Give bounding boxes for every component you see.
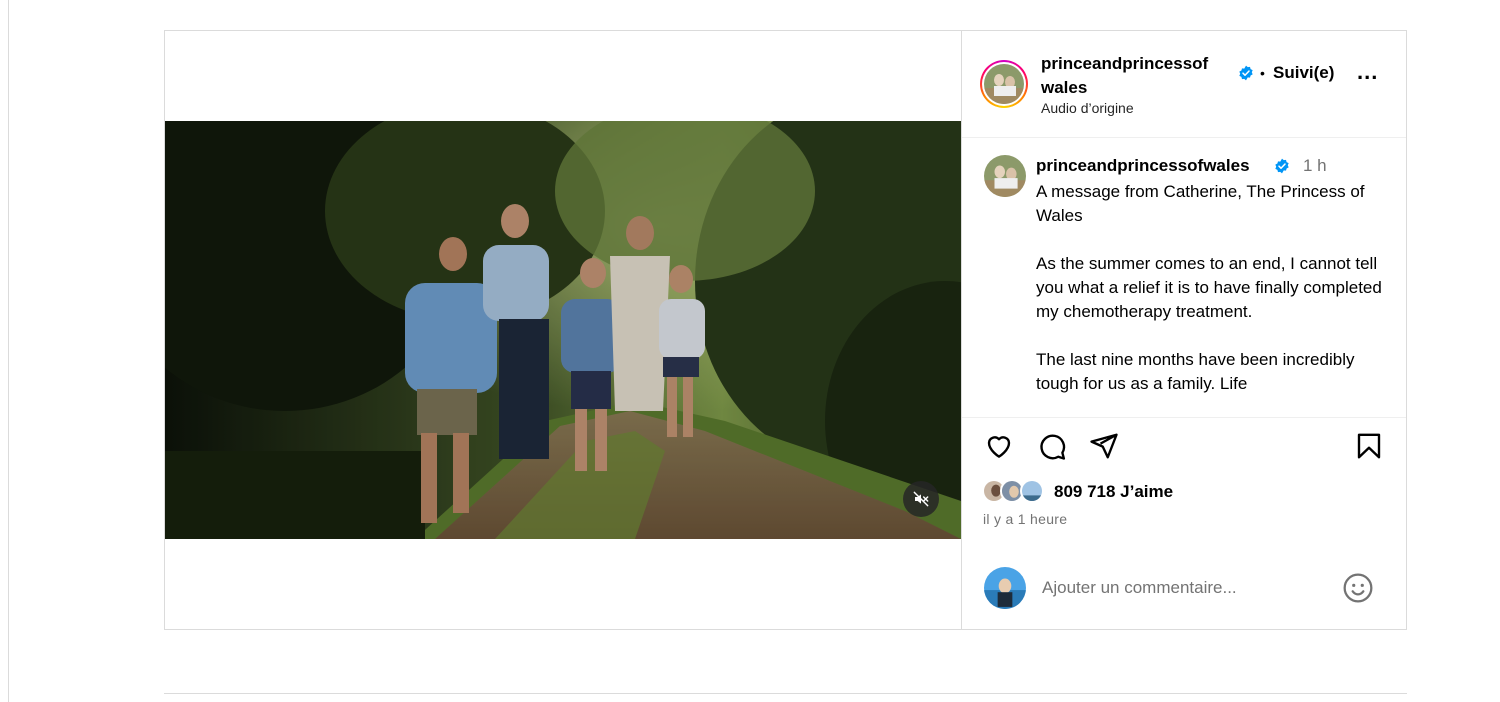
current-user-avatar: [984, 567, 1026, 609]
post-video[interactable]: [165, 121, 961, 539]
comment-icon[interactable]: [1036, 431, 1068, 461]
caption-text: A message from Catherine, The Princess o…: [1036, 180, 1396, 417]
header-username[interactable]: princeandprincessof wales: [1041, 52, 1241, 100]
page-left-rule: [8, 0, 9, 702]
caption-profile-photo: [984, 155, 1026, 197]
likes-count[interactable]: 809 718 J’aime: [1054, 482, 1173, 502]
post-media: [165, 31, 961, 629]
header-separator: •: [1260, 65, 1265, 81]
caption-paragraph: The last nine months have been incredibl…: [1036, 350, 1355, 393]
caption-paragraph: A message from Catherine, The Princess o…: [1036, 182, 1365, 225]
actions-divider: [962, 417, 1406, 418]
share-icon[interactable]: [1088, 431, 1120, 461]
comment-input[interactable]: [1042, 575, 1332, 601]
verified-icon: [1239, 65, 1253, 81]
bookmark-icon[interactable]: [1354, 431, 1384, 461]
video-frame-image: [165, 121, 961, 539]
heart-icon[interactable]: [983, 431, 1015, 461]
liker-photo: [1022, 481, 1042, 501]
original-audio-link[interactable]: Audio d’origine: [1041, 100, 1134, 116]
mute-button[interactable]: [903, 481, 939, 517]
caption-paragraph: As the summer comes to an end, I cannot …: [1036, 254, 1382, 321]
post-header: princeandprincessof wales • Suivi(e) ...…: [962, 31, 1406, 138]
current-user-photo: [984, 567, 1026, 609]
story-avatar[interactable]: [980, 60, 1028, 108]
post-timestamp[interactable]: il y a 1 heure: [983, 511, 1067, 527]
header-username-line2: wales: [1041, 78, 1088, 97]
caption-username[interactable]: princeandprincessofwales: [1036, 156, 1250, 176]
comment-bar: [962, 561, 1406, 629]
post-card: princeandprincessof wales • Suivi(e) ...…: [164, 30, 1407, 630]
mute-icon: [913, 491, 929, 507]
header-username-line1: princeandprincessof: [1041, 54, 1209, 73]
caption-timestamp[interactable]: 1 h: [1303, 156, 1327, 176]
profile-photo: [984, 64, 1024, 104]
post-sidebar: princeandprincessof wales • Suivi(e) ...…: [962, 31, 1406, 629]
verified-icon: [1275, 158, 1289, 174]
caption-avatar[interactable]: [984, 155, 1026, 197]
more-options-icon[interactable]: ...: [1357, 59, 1378, 85]
emoji-icon[interactable]: [1342, 572, 1374, 604]
follow-button[interactable]: Suivi(e): [1273, 63, 1334, 83]
feed-divider: [164, 693, 1407, 694]
caption-section: princeandprincessofwales 1 h A message f…: [962, 139, 1406, 417]
liker-avatar: [1020, 479, 1044, 503]
